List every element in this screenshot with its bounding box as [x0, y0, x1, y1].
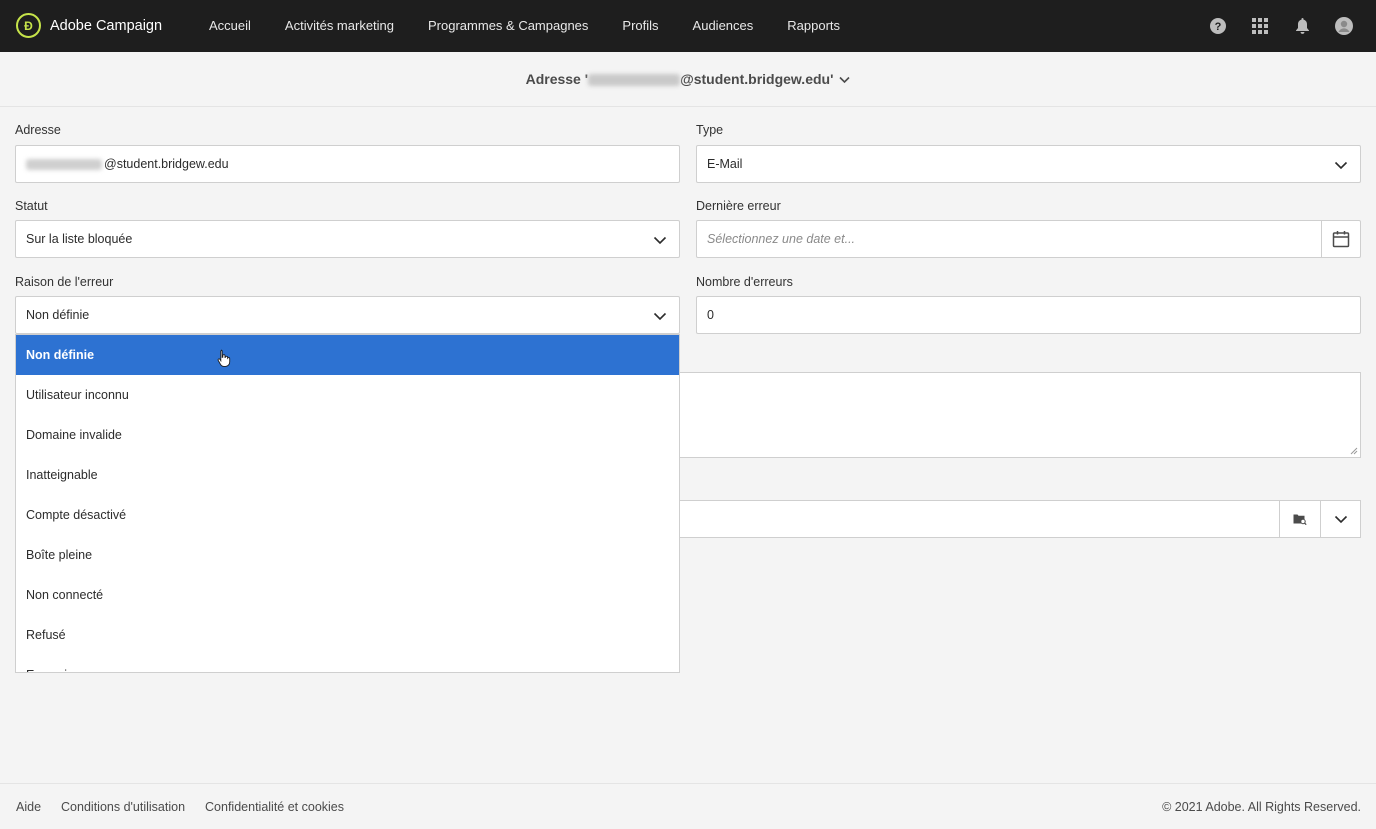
top-navigation-bar: Ɖ Adobe Campaign Accueil Activités marke…: [0, 0, 1376, 52]
last-error-date-input[interactable]: Sélectionnez une date et...: [696, 220, 1361, 258]
linked-record-combo[interactable]: [678, 500, 1361, 538]
status-label: Statut: [15, 199, 48, 213]
record-title-bar[interactable]: Adresse ' @student.bridgew.edu': [0, 52, 1376, 107]
nav-item-reports[interactable]: Rapports: [770, 0, 857, 52]
nav-item-home[interactable]: Accueil: [192, 0, 268, 52]
dropdown-option-unknown-user[interactable]: Utilisateur inconnu: [16, 375, 679, 415]
redacted-email-local-part: [26, 158, 102, 170]
adobe-campaign-logo-icon[interactable]: Ɖ: [16, 13, 41, 38]
nav-item-audiences[interactable]: Audiences: [676, 0, 771, 52]
type-value: E-Mail: [707, 157, 743, 171]
error-count-value: 0: [707, 308, 714, 322]
dropdown-option-invalid-domain[interactable]: Domaine invalide: [16, 415, 679, 455]
nav-item-marketing-activities[interactable]: Activités marketing: [268, 0, 411, 52]
error-reason-label: Raison de l'erreur: [15, 275, 114, 289]
error-reason-select[interactable]: Non définie: [15, 296, 680, 334]
chevron-down-icon: [1334, 161, 1348, 170]
address-input[interactable]: @student.bridgew.edu: [15, 145, 680, 183]
notifications-bell-icon[interactable]: [1292, 16, 1312, 36]
app-switcher-grid-icon[interactable]: [1250, 16, 1270, 36]
address-label: Adresse: [15, 123, 61, 137]
type-select[interactable]: E-Mail: [696, 145, 1361, 183]
help-icon[interactable]: ?: [1208, 16, 1228, 36]
dropdown-option-refused[interactable]: Refusé: [16, 615, 679, 655]
type-label: Type: [696, 123, 724, 137]
app-brand-name[interactable]: Adobe Campaign: [50, 0, 162, 52]
chevron-down-icon: [653, 312, 667, 321]
dropdown-option-account-disabled[interactable]: Compte désactivé: [16, 495, 679, 535]
error-count-label: Nombre d'erreurs: [696, 275, 793, 289]
page-footer: Aide Conditions d'utilisation Confidenti…: [0, 783, 1376, 829]
comment-textarea[interactable]: [678, 372, 1361, 458]
main-nav: Accueil Activités marketing Programmes &…: [192, 0, 857, 52]
dropdown-option-unknown-error[interactable]: Erreur inconnue: [16, 655, 679, 672]
status-select[interactable]: Sur la liste bloquée: [15, 220, 680, 258]
dropdown-option-mailbox-full[interactable]: Boîte pleine: [16, 535, 679, 575]
nav-item-programs-campaigns[interactable]: Programmes & Campagnes: [411, 0, 605, 52]
chevron-down-icon[interactable]: [839, 74, 850, 85]
last-error-placeholder: Sélectionnez une date et...: [707, 232, 856, 246]
last-error-label: Dernière erreur: [696, 199, 781, 213]
record-title[interactable]: Adresse ' @student.bridgew.edu': [526, 71, 834, 87]
top-icon-group: ?: [1208, 0, 1354, 52]
calendar-icon: [1332, 231, 1350, 248]
error-reason-value: Non définie: [26, 308, 90, 322]
calendar-button[interactable]: [1321, 221, 1360, 257]
error-count-input[interactable]: 0: [696, 296, 1361, 334]
svg-text:?: ?: [1215, 21, 1222, 33]
hand-pointer-cursor-icon: [217, 349, 231, 367]
dropdown-option-unreachable[interactable]: Inatteignable: [16, 455, 679, 495]
footer-links: Aide Conditions d'utilisation Confidenti…: [16, 784, 344, 829]
chevron-down-icon: [653, 236, 667, 245]
resize-handle-icon[interactable]: [1350, 447, 1358, 455]
record-title-suffix: @student.bridgew.edu': [680, 71, 834, 87]
folder-search-icon: [1293, 514, 1307, 525]
combo-toggle-button[interactable]: [1320, 501, 1360, 537]
footer-link-privacy[interactable]: Confidentialité et cookies: [205, 800, 344, 814]
user-avatar-icon[interactable]: [1334, 16, 1354, 36]
error-reason-dropdown-list: Non définie Utilisateur inconnu Domaine …: [15, 334, 680, 673]
footer-link-help[interactable]: Aide: [16, 800, 41, 814]
redacted-email-local-part: [588, 74, 681, 87]
browse-records-button[interactable]: [1279, 501, 1320, 537]
dropdown-option-not-connected[interactable]: Non connecté: [16, 575, 679, 615]
status-value: Sur la liste bloquée: [26, 232, 133, 246]
footer-link-terms[interactable]: Conditions d'utilisation: [61, 800, 185, 814]
dropdown-option-not-defined[interactable]: Non définie: [16, 335, 679, 375]
record-title-prefix: Adresse ': [525, 71, 589, 87]
nav-item-profiles[interactable]: Profils: [605, 0, 675, 52]
copyright-text: © 2021 Adobe. All Rights Reserved.: [1162, 800, 1361, 814]
chevron-down-icon: [1334, 515, 1347, 524]
address-value-suffix: @student.bridgew.edu: [104, 157, 229, 171]
